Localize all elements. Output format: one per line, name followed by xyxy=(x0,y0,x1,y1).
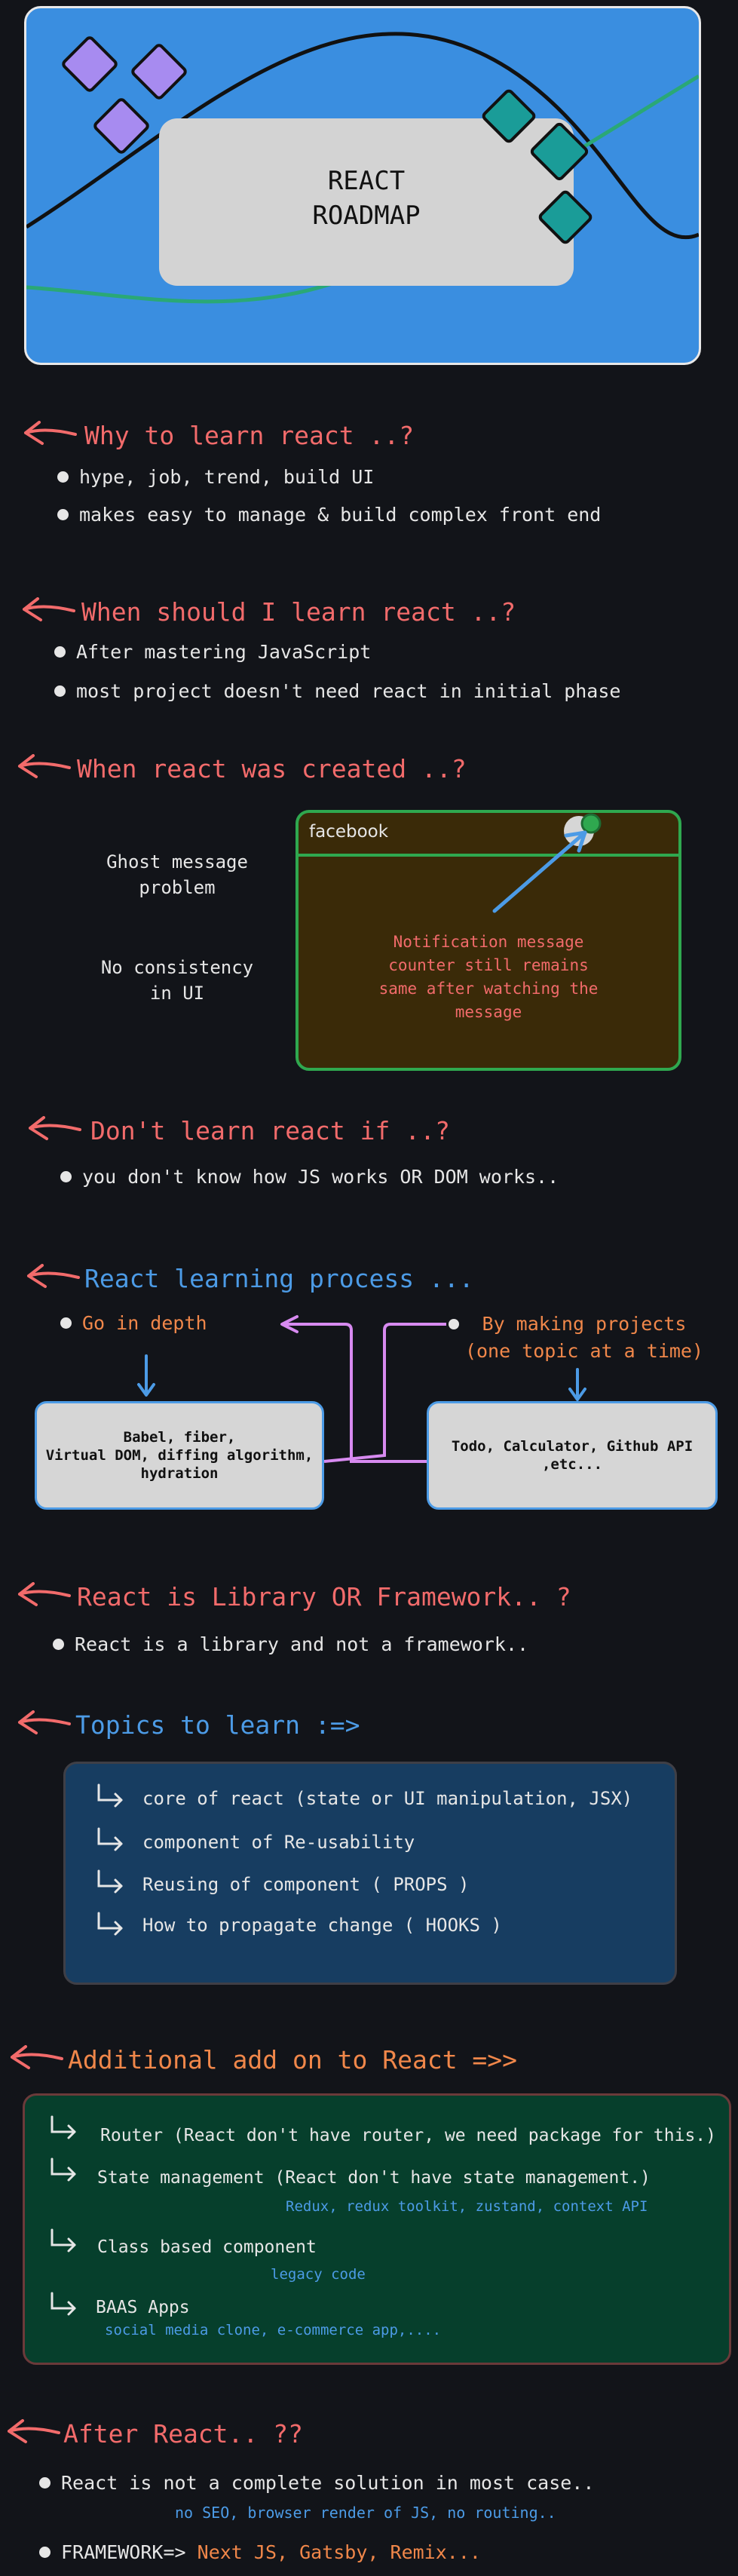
banner-title-line1: REACT xyxy=(327,166,406,196)
framework-list: Next JS, Gatsby, Remix... xyxy=(197,2541,481,2563)
hook-arrow-icon xyxy=(97,1912,123,1936)
problem-text: No consistency xyxy=(100,957,254,978)
addons-panel: Router (React don't have router, we need… xyxy=(23,2093,731,2365)
bullet-icon xyxy=(60,1170,72,1182)
list-item-text: hype, job, trend, build UI xyxy=(79,466,375,488)
problem-text: in UI xyxy=(149,983,205,1004)
addon-note: legacy code xyxy=(271,2266,366,2283)
list-item: makes easy to manage & build complex fro… xyxy=(57,504,601,526)
list-item: React is not a complete solution in most… xyxy=(39,2472,594,2494)
list-item: React is a library and not a framework.. xyxy=(53,1633,528,1655)
list-item: you don't know how JS works OR DOM works… xyxy=(60,1166,559,1188)
section-heading-why: Why to learn react ..? xyxy=(84,421,415,450)
arrow-icon xyxy=(8,2419,60,2443)
arrow-icon xyxy=(18,1582,71,1606)
topic-item: How to propagate change ( HOOKS ) xyxy=(142,1915,502,1936)
box-text: Todo, Calculator, Github API xyxy=(451,1438,694,1455)
arrow-icon xyxy=(27,1264,80,1288)
list-item-text: FRAMEWORK=> xyxy=(61,2541,186,2563)
addon-item: Class based component xyxy=(97,2237,317,2257)
list-item-text: makes easy to manage & build complex fro… xyxy=(79,504,602,526)
addon-item: State management (React don't have state… xyxy=(97,2168,651,2188)
diamond-shape xyxy=(93,98,149,154)
hook-arrow-icon xyxy=(51,2292,76,2316)
hook-arrow-icon xyxy=(97,1783,123,1808)
notification-note: Notification message counter still remai… xyxy=(344,931,633,1024)
problem-ghost-message: Ghost message problem xyxy=(83,849,271,900)
bullet-icon xyxy=(57,471,69,483)
section-heading-library: React is Library OR Framework.. ? xyxy=(77,1582,571,1612)
section-heading-dont: Don't learn react if ..? xyxy=(90,1116,450,1145)
hook-arrow-icon xyxy=(97,1827,123,1851)
process-projects-box: Todo, Calculator, Github API ,etc... xyxy=(427,1401,718,1510)
after-note: no SEO, browser render of JS, no routing… xyxy=(175,2504,556,2522)
list-item-text: After mastering JavaScript xyxy=(76,641,372,663)
list-item: FRAMEWORK=> Next JS, Gatsby, Remix... xyxy=(39,2541,481,2563)
bullet-icon xyxy=(54,685,66,697)
note-text: Notification message xyxy=(393,933,584,951)
topic-item: component of Re-usability xyxy=(142,1832,415,1853)
arrow-icon xyxy=(23,597,75,621)
addon-item: Router (React don't have router, we need… xyxy=(100,2126,716,2145)
section-heading-created: When react was created ..? xyxy=(77,754,467,784)
bullet-icon xyxy=(39,2476,51,2489)
facebook-window: facebook Notification message counter st… xyxy=(296,810,681,1071)
section-heading-when: When should I learn react ..? xyxy=(81,597,516,627)
note-text: message xyxy=(455,1003,522,1021)
list-item-text: you don't know how JS works OR DOM works… xyxy=(82,1166,559,1188)
diamond-shape xyxy=(62,36,118,92)
bullet-icon xyxy=(449,1319,459,1329)
hook-arrow-icon xyxy=(51,2228,76,2252)
diamond-shape xyxy=(131,44,187,100)
problem-text: Ghost message xyxy=(106,851,248,872)
bullet-icon xyxy=(57,508,69,520)
box-text: Babel, fiber, xyxy=(123,1429,236,1446)
box-text: Virtual DOM, diffing algorithm, xyxy=(45,1447,314,1464)
addon-note: Redux, redux toolkit, zustand, context A… xyxy=(286,2198,648,2215)
section-heading-topics: Topics to learn :=> xyxy=(75,1710,360,1740)
hook-arrow-icon xyxy=(51,2115,76,2139)
bullet-icon xyxy=(53,1638,64,1650)
topics-panel: core of react (state or UI manipulation,… xyxy=(63,1762,677,1985)
bullet-icon xyxy=(39,2546,51,2558)
roadmap-banner: REACT ROADMAP xyxy=(24,6,701,365)
topic-item: Reusing of component ( PROPS ) xyxy=(142,1874,470,1895)
box-text: ,etc... xyxy=(541,1456,603,1473)
notification-dot-icon xyxy=(580,813,602,834)
problem-consistency: No consistency in UI xyxy=(83,955,271,1006)
section-heading-after: After React.. ?? xyxy=(63,2419,303,2449)
section-heading-process: React learning process ... xyxy=(84,1264,474,1293)
arrow-icon xyxy=(24,421,77,445)
arrow-icon xyxy=(29,1116,81,1140)
addon-item: BAAS Apps xyxy=(96,2298,190,2317)
arrow-icon xyxy=(18,1710,71,1734)
list-item: After mastering JavaScript xyxy=(54,641,371,663)
addon-note: social media clone, e-commerce app,.... xyxy=(105,2322,442,2338)
banner-title: REACT ROADMAP xyxy=(159,164,574,233)
arrow-icon xyxy=(11,2045,63,2069)
hook-arrow-icon xyxy=(51,2157,76,2182)
list-item-text: React is not a complete solution in most… xyxy=(61,2472,595,2494)
list-item: hype, job, trend, build UI xyxy=(57,466,374,488)
note-text: counter still remains xyxy=(388,956,589,974)
problem-text: problem xyxy=(139,877,216,898)
list-item-text: React is a library and not a framework.. xyxy=(75,1633,529,1655)
topic-item: core of react (state or UI manipulation,… xyxy=(142,1788,633,1809)
section-heading-addons: Additional add on to React =>> xyxy=(68,2045,518,2075)
hook-arrow-icon xyxy=(97,1869,123,1894)
process-depth-box: Babel, fiber, Virtual DOM, diffing algor… xyxy=(35,1401,324,1510)
note-text: same after watching the xyxy=(378,980,599,998)
box-text: hydration xyxy=(140,1465,219,1482)
list-item-text: most project doesn't need react in initi… xyxy=(76,680,621,702)
list-item: most project doesn't need react in initi… xyxy=(54,680,620,702)
arrow-icon xyxy=(18,754,71,778)
banner-title-line2: ROADMAP xyxy=(312,201,421,231)
bullet-icon xyxy=(54,646,66,658)
